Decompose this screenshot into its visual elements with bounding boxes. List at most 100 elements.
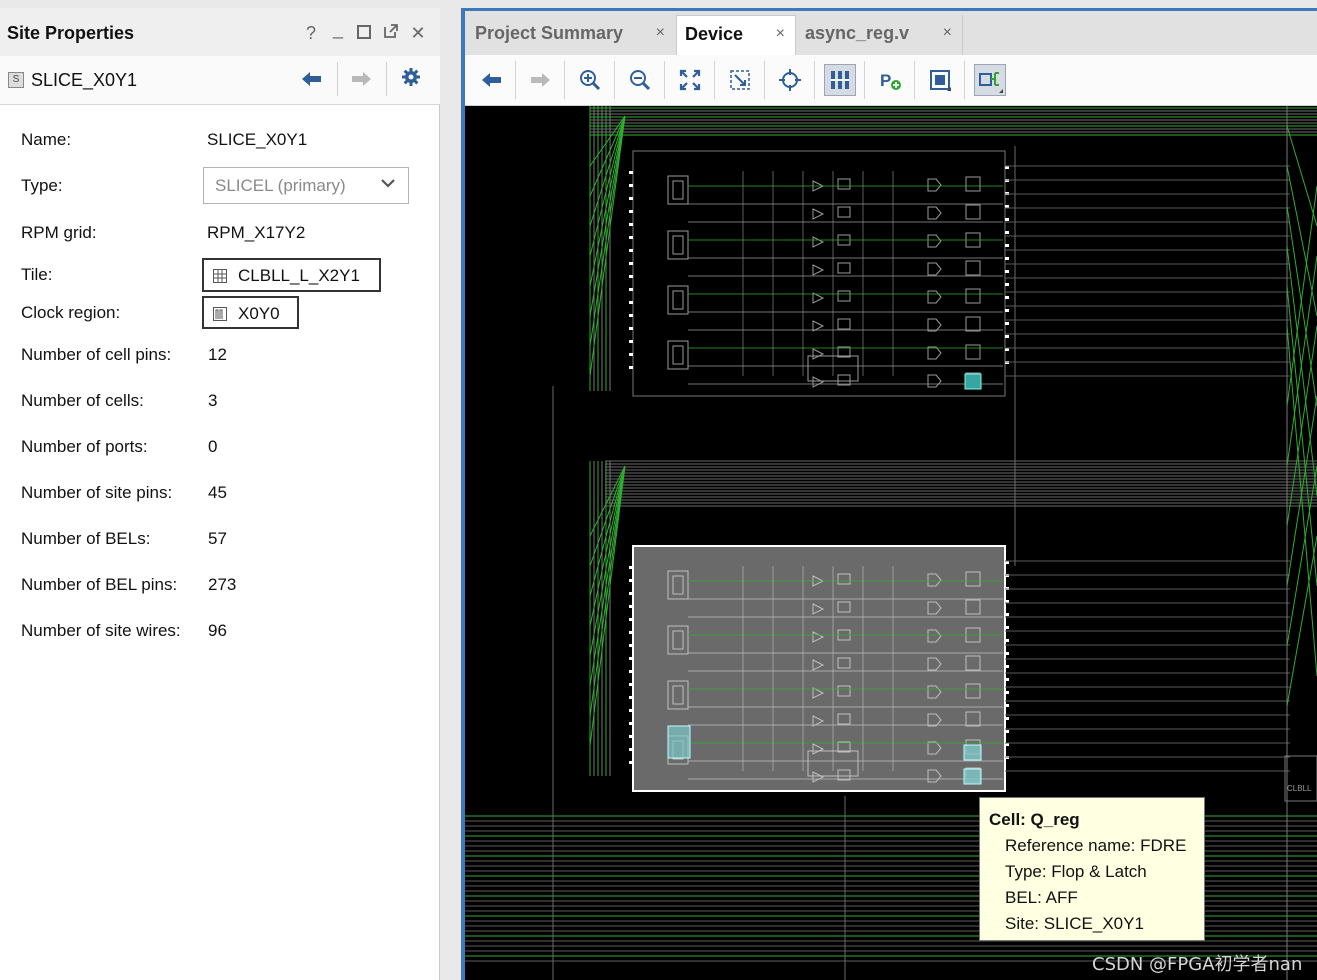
output-line — [1286, 125, 1317, 227]
site-pin — [1005, 717, 1009, 720]
lut-block — [667, 285, 689, 315]
separator — [764, 61, 765, 99]
tab-device[interactable]: Device × — [676, 15, 796, 55]
site-pin — [629, 683, 633, 686]
site-pin — [629, 288, 633, 291]
site-view-icon[interactable] — [924, 64, 956, 96]
fan-line — [589, 115, 626, 257]
flip-flop — [965, 176, 981, 192]
tab-project-summary[interactable]: Project Summary × — [467, 15, 675, 55]
selected-ff — [963, 768, 982, 785]
fit-icon[interactable] — [674, 64, 706, 96]
separator — [337, 62, 338, 96]
site-pin — [629, 184, 633, 187]
close-icon[interactable]: × — [943, 24, 952, 42]
cell-pins-label: Number of cell pins: — [21, 345, 172, 364]
flip-flop — [965, 344, 981, 360]
help-icon[interactable]: ? — [300, 22, 322, 44]
separator — [714, 61, 715, 99]
rpm-grid-label: RPM grid: — [21, 223, 97, 242]
type-dropdown[interactable]: SLICEL (primary) — [203, 167, 409, 204]
site-pin — [1005, 309, 1009, 312]
ff-mux — [927, 374, 942, 388]
cell-tooltip: Cell: Q_reg Reference name: FDRE Type: F… — [979, 797, 1205, 941]
selected-site-name: SLICE_X0Y1 — [31, 70, 138, 90]
panel-title: Site Properties — [7, 23, 135, 43]
separator — [814, 61, 815, 99]
site-pin — [629, 696, 633, 699]
auto-fit-icon[interactable] — [774, 64, 806, 96]
forward-icon[interactable] — [524, 64, 556, 96]
clock-region-label: Clock region: — [21, 303, 121, 322]
site-pin — [629, 618, 633, 621]
close-icon[interactable]: × — [656, 24, 665, 42]
tab-label: Project Summary — [475, 23, 624, 43]
ff-mux — [927, 346, 942, 360]
svg-text:P: P — [880, 71, 891, 90]
zoom-out-icon[interactable] — [624, 64, 656, 96]
zoom-in-icon[interactable] — [574, 64, 606, 96]
ff-mux — [927, 318, 942, 332]
carry-gate — [837, 262, 851, 274]
tile-icon — [213, 269, 227, 283]
gear-icon[interactable] — [397, 66, 425, 94]
site-pin — [629, 748, 633, 751]
close-icon[interactable]: × — [776, 25, 785, 43]
slice-tile-upper — [629, 150, 1009, 397]
site-pin — [1005, 639, 1009, 642]
device-toolbar: P — [465, 55, 1317, 106]
site-pin — [629, 566, 633, 569]
site-pin — [1005, 244, 1009, 247]
carry-gate — [837, 318, 851, 330]
separator — [964, 61, 965, 99]
lut-block — [667, 340, 689, 370]
float-icon[interactable] — [380, 22, 402, 44]
minimize-icon[interactable]: _ — [327, 18, 349, 40]
separator — [564, 61, 565, 99]
clock-region-link[interactable]: X0Y0 — [202, 296, 299, 329]
mux-gate — [812, 208, 825, 220]
tab-async-reg[interactable]: async_reg.v × — [797, 15, 963, 55]
routing-resources-icon[interactable] — [824, 64, 856, 96]
add-pblock-icon[interactable]: P — [874, 64, 906, 96]
bels-label: Number of BELs: — [21, 529, 151, 548]
site-pin — [629, 314, 633, 317]
carry-gate — [837, 178, 851, 190]
tile-link[interactable]: CLBLL_L_X2Y1 — [202, 258, 381, 292]
lut-inner — [672, 235, 684, 255]
cells-label: Number of cells: — [21, 391, 144, 410]
site-pin — [629, 761, 633, 764]
fan-line — [589, 465, 626, 567]
close-icon[interactable]: ✕ — [407, 22, 429, 44]
fan-line — [589, 115, 626, 317]
name-value: SLICE_X0Y1 — [207, 130, 308, 149]
site-pin — [1005, 613, 1009, 616]
selected-ff-q-reg — [964, 373, 982, 390]
back-arrow-icon[interactable] — [298, 66, 326, 94]
site-pin — [1005, 691, 1009, 694]
maximize-icon[interactable] — [353, 22, 375, 44]
zoom-selection-icon[interactable] — [724, 64, 756, 96]
slice-tile-lower-selected — [629, 545, 1009, 792]
back-icon[interactable] — [475, 64, 507, 96]
carry-gate — [837, 290, 851, 302]
site-pin — [1005, 270, 1009, 273]
ff-mux — [927, 234, 942, 248]
site-pin — [629, 223, 633, 226]
clock-region-icon — [213, 307, 227, 321]
lut-inner — [672, 180, 684, 200]
type-label: Type: — [21, 176, 63, 195]
site-pin — [1005, 283, 1009, 286]
flip-flop — [965, 260, 981, 276]
mux-gate — [812, 320, 825, 332]
site-pin — [629, 262, 633, 265]
selected-lut — [667, 725, 691, 759]
site-pin — [1005, 626, 1009, 629]
forward-arrow-icon[interactable] — [347, 66, 375, 94]
cells-value: 3 — [208, 391, 218, 410]
bel-pins-value: 273 — [208, 575, 237, 594]
io-view-icon[interactable] — [974, 64, 1006, 96]
ff-mux — [927, 290, 942, 304]
site-pin — [629, 249, 633, 252]
site-pin — [1005, 231, 1009, 234]
